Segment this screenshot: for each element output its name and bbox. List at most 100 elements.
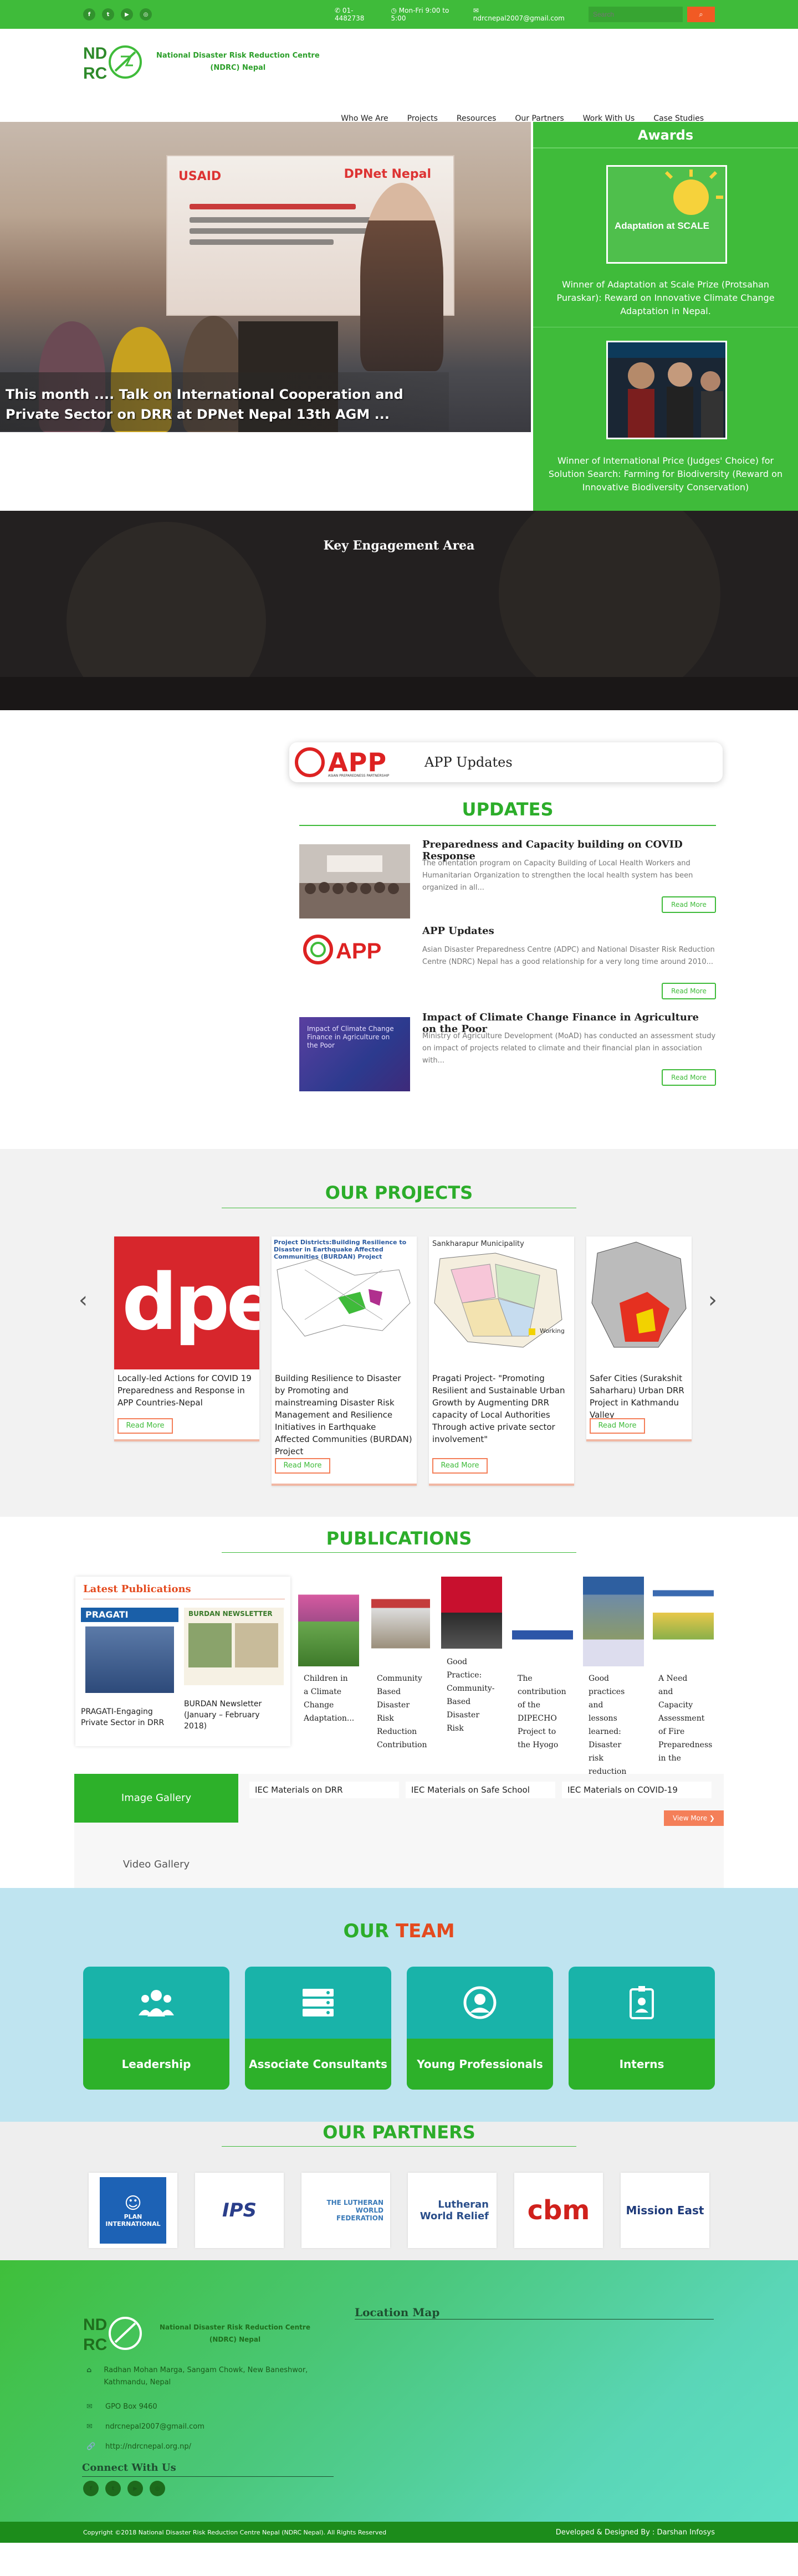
footer-logo[interactable]: ND RC National Disaster Risk Reduction C…: [82, 2311, 310, 2356]
project-image-text: Sankharapur Municipality: [432, 1240, 524, 1248]
youtube-icon[interactable]: ▶: [121, 8, 133, 20]
iec-link-covid[interactable]: IEC Materials on COVID-19: [562, 1782, 712, 1798]
update-text: The orientation program on Capacity Buil…: [422, 859, 693, 892]
banner-text-line: [190, 239, 334, 245]
svg-text:RC: RC: [83, 64, 107, 83]
site-footer: ND RC National Disaster Risk Reduction C…: [0, 2260, 798, 2543]
publication-cover[interactable]: PRAGATI: [81, 1608, 178, 1702]
projects-prev-arrow[interactable]: ‹: [79, 1287, 88, 1313]
publication-book[interactable]: A Need and Capacity Assessment of Fire P…: [653, 1577, 714, 1763]
update-thumbnail-logo-text: APP: [336, 939, 381, 963]
publication-book[interactable]: The contribution of the DIPECHO Project …: [512, 1577, 573, 1749]
hero-slider[interactable]: USAID DPNet Nepal This month .... Talk o…: [0, 122, 531, 511]
publication-book[interactable]: Good practices and lessons learned: Disa…: [583, 1577, 644, 1776]
search-box: ⌕: [589, 7, 715, 22]
publication-book[interactable]: Good Practice: Community-Based Disaster …: [441, 1577, 502, 1743]
project-card[interactable]: Project Districts:Building Resilience to…: [272, 1236, 417, 1486]
award-image-solution-search[interactable]: [606, 341, 727, 439]
read-more-button[interactable]: Read More: [662, 1069, 716, 1086]
project-card[interactable]: Safer Cities (Surakshit Saharharu) Urban…: [586, 1236, 692, 1441]
project-image-text: dpe: [114, 1236, 259, 1369]
site-logo[interactable]: ND RC National Disaster Risk Reduction C…: [82, 40, 320, 84]
partner-logo-cbm[interactable]: cbm: [514, 2173, 603, 2248]
book-cover: [512, 1577, 573, 1666]
developer-credit[interactable]: Developed & Designed By : Darshan Infosy…: [556, 2528, 715, 2537]
project-title: Locally-led Actions for COVID 19 Prepare…: [117, 1373, 252, 1408]
facebook-icon[interactable]: f: [83, 8, 95, 20]
iec-link-drr[interactable]: IEC Materials on DRR: [249, 1782, 399, 1798]
team-card-young-professionals[interactable]: Young Professionals: [407, 1967, 553, 2090]
publication-cover[interactable]: BURDAN NEWSLETTER: [184, 1608, 284, 1685]
team-card-interns[interactable]: Interns: [569, 1967, 715, 2090]
hero-section: USAID DPNet Nepal This month .... Talk o…: [0, 122, 798, 511]
project-image: Project Districts:Building Resilience to…: [272, 1236, 417, 1369]
gallery-tabs: Image Gallery Video Gallery IEC Material…: [74, 1774, 724, 1889]
partner-logo-ips[interactable]: IPS: [195, 2173, 284, 2248]
publication-cover-image: [85, 1626, 174, 1693]
read-more-button[interactable]: Read More: [432, 1458, 488, 1474]
team-card-leadership[interactable]: Leadership: [83, 1967, 229, 2090]
partner-logo-mission-east[interactable]: Mission East: [621, 2173, 709, 2248]
search-button[interactable]: ⌕: [687, 7, 715, 22]
project-card[interactable]: Sankharapur Municipality Working Pragati…: [429, 1236, 574, 1486]
team-card-associate-consultants[interactable]: Associate Consultants: [245, 1967, 391, 2090]
footer-email[interactable]: ✉ ndrcnepal2007@gmail.com: [86, 2421, 204, 2433]
instagram-icon[interactable]: ◎: [140, 8, 152, 20]
twitter-icon[interactable]: t: [105, 2481, 121, 2496]
book-cover: [441, 1577, 502, 1649]
partner-logo-plan[interactable]: ☺ PLAN INTERNATIONAL: [89, 2173, 177, 2248]
award-2-text: Winner of International Price (Judges' C…: [548, 455, 783, 492]
search-input[interactable]: [589, 7, 683, 22]
email[interactable]: ✉ndrcnepal2007@gmail.com: [473, 7, 566, 22]
mail-icon: ✉: [473, 7, 479, 14]
read-more-button[interactable]: Read More: [275, 1458, 330, 1474]
read-more-button[interactable]: Read More: [117, 1418, 173, 1434]
book-cover: [371, 1577, 430, 1666]
project-card[interactable]: dpe Locally-led Actions for COVID 19 Pre…: [114, 1236, 259, 1441]
awards-panel: Awards Adaptation at SCALE Winner of Ada…: [531, 122, 798, 511]
publication-cover-image: [235, 1623, 278, 1667]
youtube-icon[interactable]: ▶: [127, 2481, 143, 2496]
partners-underline: [222, 2146, 576, 2147]
partners-title: OUR PARTNERS: [323, 2122, 475, 2143]
partner-logo-lutheran-world-relief[interactable]: Lutheran World Relief: [408, 2173, 497, 2248]
update-thumbnail[interactable]: [299, 844, 410, 918]
read-more-button[interactable]: Read More: [590, 1418, 645, 1434]
award-image-adaptation[interactable]: Adaptation at SCALE: [606, 165, 727, 264]
update-thumbnail-text: Impact of Climate Change Finance in Agri…: [299, 1017, 410, 1091]
publication-title[interactable]: BURDAN Newsletter (January – February 20…: [184, 1698, 284, 1732]
projects-next-arrow[interactable]: ›: [708, 1287, 717, 1313]
project-image: dpe: [114, 1236, 259, 1369]
read-more-button[interactable]: Read More: [662, 896, 716, 913]
iec-link-safe-school[interactable]: IEC Materials on Safe School: [406, 1782, 555, 1798]
footer-website[interactable]: 🔗 http://ndrcnepal.org.np/: [86, 2441, 191, 2453]
app-updates-header[interactable]: APP ASIAN PREPAREDNESS PARTNERSHIP APP U…: [289, 742, 723, 782]
top-bar: f t ▶ ◎ ✆ 01-4482738 ◷ Mon-Fri 9:00 to 5…: [0, 0, 798, 29]
update-title[interactable]: APP Updates: [422, 925, 494, 937]
twitter-icon[interactable]: t: [102, 8, 114, 20]
hours: ◷ Mon-Fri 9:00 to 5:00: [391, 7, 449, 22]
project-title: Pragati Project- "Promoting Resilient an…: [432, 1373, 565, 1444]
tab-image-gallery[interactable]: Image Gallery: [74, 1774, 238, 1823]
book-title: A Need and Capacity Assessment of Fire P…: [658, 1674, 713, 1763]
ndrc-logo-icon: ND RC: [83, 2316, 142, 2354]
project-title: Safer Cities (Surakshit Saharharu) Urban…: [590, 1373, 684, 1420]
update-thumbnail[interactable]: Impact of Climate Change Finance in Agri…: [299, 1017, 410, 1091]
publication-title[interactable]: PRAGATI-Engaging Private Sector in DRR: [81, 1706, 178, 1728]
view-more-button[interactable]: View More ❯: [664, 1810, 724, 1826]
tab-video-gallery[interactable]: Video Gallery: [74, 1840, 238, 1889]
partner-logo-lutheran-world-federation[interactable]: THE LUTHERAN WORLD FEDERATION: [301, 2173, 390, 2248]
footer-bottom-bar: Copyright ©2018 National Disaster Risk R…: [0, 2522, 798, 2543]
publication-book[interactable]: Community Based Disaster Risk Reduction …: [371, 1577, 430, 1749]
copyright-text: Copyright ©2018 National Disaster Risk R…: [83, 2528, 387, 2536]
link-icon: 🔗: [86, 2442, 96, 2451]
facebook-icon[interactable]: f: [83, 2481, 99, 2496]
read-more-button[interactable]: Read More: [662, 983, 716, 999]
instagram-icon[interactable]: ◎: [150, 2481, 165, 2496]
update-thumbnail[interactable]: APP: [299, 931, 410, 1005]
banner-tag-dpnet: DPNet Nepal: [344, 167, 431, 181]
id-badge-icon: [569, 1967, 715, 2039]
update-item: Impact of Climate Change Finance in Agri…: [299, 1012, 716, 1091]
book-cover: [583, 1577, 644, 1666]
publication-book[interactable]: Children in a Climate Change Adaptation.…: [298, 1577, 359, 1743]
